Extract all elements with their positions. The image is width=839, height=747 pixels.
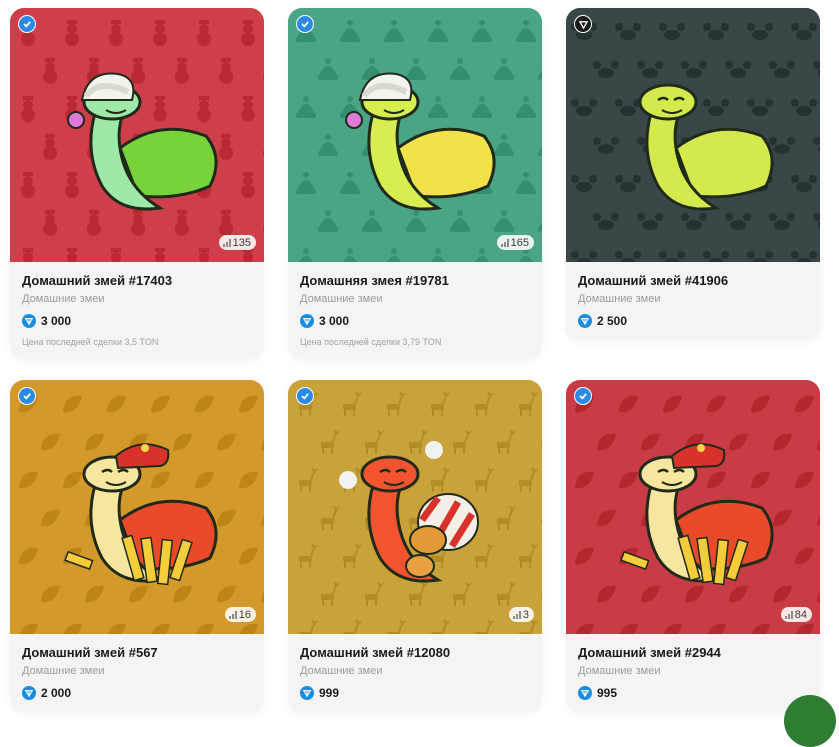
collection-name: Домашние змеи <box>300 665 383 677</box>
price-value: 995 <box>597 686 618 700</box>
price-value: 2 000 <box>41 686 72 700</box>
gift-name: Домашняя змея #19781 <box>300 273 449 288</box>
bars-icon <box>784 610 793 619</box>
owners-count: 16 <box>238 608 251 621</box>
owners-count: 135 <box>232 236 251 249</box>
price-row: 2 000 <box>22 686 252 700</box>
gift-name: Домашний змей #41906 <box>578 273 729 288</box>
gift-card[interactable]: 3 Домашний змей #12080 Домашние змеи 999 <box>288 380 542 712</box>
owners-count-badge: 16 <box>224 607 256 622</box>
bars-icon <box>228 610 237 619</box>
check-badge-icon <box>18 15 36 33</box>
price-value: 2 500 <box>597 314 628 328</box>
gift-name: Домашний змей #567 <box>22 645 158 660</box>
gift-card[interactable]: Домашний змей #41906 Домашние змеи 2 500 <box>566 8 820 340</box>
gift-image[interactable] <box>566 8 820 262</box>
collection-name: Домашние змеи <box>22 293 105 305</box>
card-info: Домашний змей #17403 Домашние змеи 3 000… <box>10 262 264 359</box>
ton-icon <box>22 314 36 328</box>
price-row: 3 000 <box>22 314 252 328</box>
snake-illustration <box>638 83 774 211</box>
gift-card[interactable]: 84 Домашний змей #2944 Домашние змеи 995 <box>566 380 820 712</box>
gift-name: Домашний змей #17403 <box>22 273 173 288</box>
bars-icon <box>512 610 521 619</box>
snake-illustration <box>345 72 496 211</box>
gift-name: Домашний змей #12080 <box>300 645 451 660</box>
gift-image[interactable]: 84 <box>566 380 820 634</box>
owners-count: 84 <box>794 608 807 621</box>
snake-illustration <box>64 443 218 586</box>
collection-name: Домашние змеи <box>578 665 661 677</box>
check-badge-icon <box>18 387 36 405</box>
gift-image[interactable]: 135 <box>10 8 264 262</box>
last-sale-price: Цена последней сделки 3,79 TON <box>300 337 442 347</box>
triangle-badge-icon <box>574 15 592 33</box>
collection-name: Домашние змеи <box>22 665 105 677</box>
owners-count-badge: 3 <box>508 607 534 622</box>
gift-image[interactable]: 3 <box>288 380 542 634</box>
collection-name: Домашние змеи <box>578 293 661 305</box>
floating-action-button[interactable] <box>784 695 836 747</box>
ton-icon <box>578 314 592 328</box>
price-row: 999 <box>300 686 530 700</box>
last-sale-price: Цена последней сделки 3,5 TON <box>22 337 159 347</box>
gift-image[interactable]: 16 <box>10 380 264 634</box>
price-value: 3 000 <box>41 314 72 328</box>
owners-count: 3 <box>522 608 529 621</box>
ton-icon <box>300 314 314 328</box>
gift-name: Домашний змей #2944 <box>578 645 721 660</box>
gift-image[interactable]: 165 <box>288 8 542 262</box>
owners-count-badge: 84 <box>780 607 812 622</box>
price-value: 999 <box>319 686 340 700</box>
ton-icon <box>300 686 314 700</box>
ton-icon <box>22 686 36 700</box>
card-info: Домашний змей #12080 Домашние змеи 999 <box>288 634 542 712</box>
owners-count: 165 <box>510 236 529 249</box>
ton-icon <box>578 686 592 700</box>
gift-card[interactable]: 16 Домашний змей #567 Домашние змеи 2 00… <box>10 380 264 712</box>
bars-icon <box>222 238 231 247</box>
card-info: Домашний змей #41906 Домашние змеи 2 500 <box>566 262 820 340</box>
card-info: Домашний змей #2944 Домашние змеи 995 <box>566 634 820 712</box>
check-badge-icon <box>574 387 592 405</box>
snake-illustration <box>620 443 774 586</box>
card-info: Домашняя змея #19781 Домашние змеи 3 000… <box>288 262 542 359</box>
collection-name: Домашние змеи <box>300 293 383 305</box>
price-row: 2 500 <box>578 314 808 328</box>
card-info: Домашний змей #567 Домашние змеи 2 000 <box>10 634 264 712</box>
bars-icon <box>500 238 509 247</box>
owners-count-badge: 135 <box>218 235 256 250</box>
snake-illustration <box>67 72 218 211</box>
price-value: 3 000 <box>319 314 350 328</box>
snake-illustration <box>339 441 479 583</box>
owners-count-badge: 165 <box>496 235 534 250</box>
gift-card[interactable]: 135 Домашний змей #17403 Домашние змеи 3… <box>10 8 264 359</box>
check-badge-icon <box>296 15 314 33</box>
gift-card[interactable]: 165 Домашняя змея #19781 Домашние змеи 3… <box>288 8 542 359</box>
price-row: 3 000 <box>300 314 530 328</box>
price-row: 995 <box>578 686 808 700</box>
check-badge-icon <box>296 387 314 405</box>
